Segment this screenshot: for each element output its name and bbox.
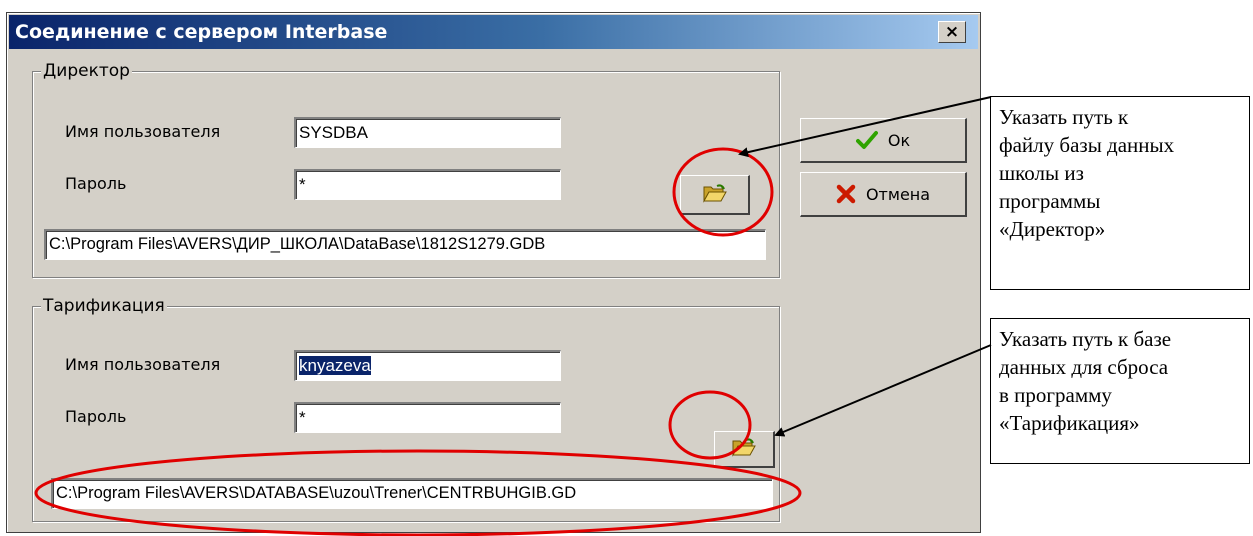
director-browse-highlight-circle	[672, 147, 774, 237]
tarification-browse-highlight-circle	[668, 390, 752, 460]
annotation-overlay	[34, 96, 992, 536]
tarification-path-highlight-circle	[34, 449, 802, 536]
director-callout-arrow	[738, 96, 992, 158]
tarification-callout-arrow	[774, 344, 992, 437]
